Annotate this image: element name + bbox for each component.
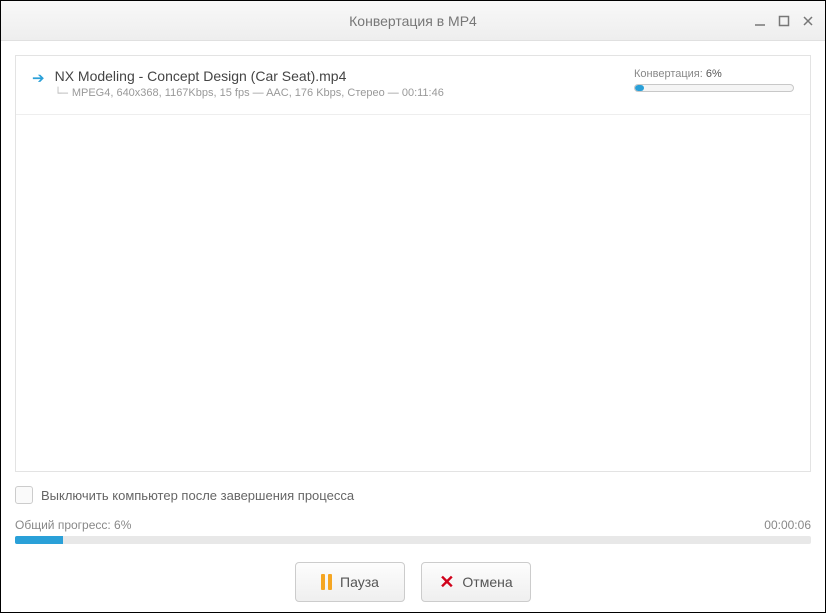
maximize-button[interactable]: [775, 12, 793, 30]
file-left: ➔ NX Modeling - Concept Design (Car Seat…: [32, 68, 614, 100]
item-status-label: Конвертация:: [634, 68, 703, 80]
shutdown-label: Выключить компьютер после завершения про…: [41, 488, 354, 503]
tree-connector-icon: └─: [55, 87, 68, 100]
titlebar: Конвертация в MP4: [1, 1, 825, 41]
file-list: ➔ NX Modeling - Concept Design (Car Seat…: [15, 55, 811, 472]
cancel-icon: ✕: [439, 573, 454, 591]
content-area: ➔ NX Modeling - Concept Design (Car Seat…: [1, 41, 825, 612]
arrow-right-icon: ➔: [32, 69, 45, 87]
elapsed-time: 00:00:06: [764, 518, 811, 532]
shutdown-option: Выключить компьютер после завершения про…: [15, 486, 811, 504]
overall-progress-bar: [15, 536, 811, 544]
window-title: Конвертация в MP4: [349, 13, 477, 29]
window-controls: [751, 1, 817, 41]
file-name: NX Modeling - Concept Design (Car Seat).…: [55, 68, 614, 84]
conversion-window: Конвертация в MP4 ➔ NX Modeling - Concep…: [0, 0, 826, 613]
file-info: NX Modeling - Concept Design (Car Seat).…: [55, 68, 614, 100]
pause-icon: [321, 574, 332, 590]
file-meta: MPEG4, 640x368, 1167Kbps, 15 fps — AAC, …: [72, 87, 444, 99]
shutdown-checkbox[interactable]: [15, 486, 33, 504]
item-progress-bar: [634, 84, 794, 92]
cancel-button[interactable]: ✕ Отмена: [421, 562, 531, 602]
overall-progress-fill: [15, 536, 63, 544]
bottom-panel: Выключить компьютер после завершения про…: [15, 472, 811, 602]
file-meta-row: └─ MPEG4, 640x368, 1167Kbps, 15 fps — AA…: [55, 87, 614, 100]
pause-button[interactable]: Пауза: [295, 562, 405, 602]
cancel-button-label: Отмена: [462, 574, 512, 590]
minimize-button[interactable]: [751, 12, 769, 30]
button-row: Пауза ✕ Отмена: [15, 562, 811, 602]
item-status: Конвертация: 6%: [634, 68, 794, 80]
overall-row: Общий прогресс: 6% 00:00:06: [15, 518, 811, 532]
file-progress-area: Конвертация: 6%: [634, 68, 794, 92]
overall-progress-label: Общий прогресс: 6%: [15, 518, 131, 532]
close-button[interactable]: [799, 12, 817, 30]
item-status-pct: 6%: [706, 68, 722, 80]
item-progress-fill: [635, 85, 644, 91]
pause-button-label: Пауза: [340, 574, 379, 590]
file-item: ➔ NX Modeling - Concept Design (Car Seat…: [16, 56, 810, 115]
